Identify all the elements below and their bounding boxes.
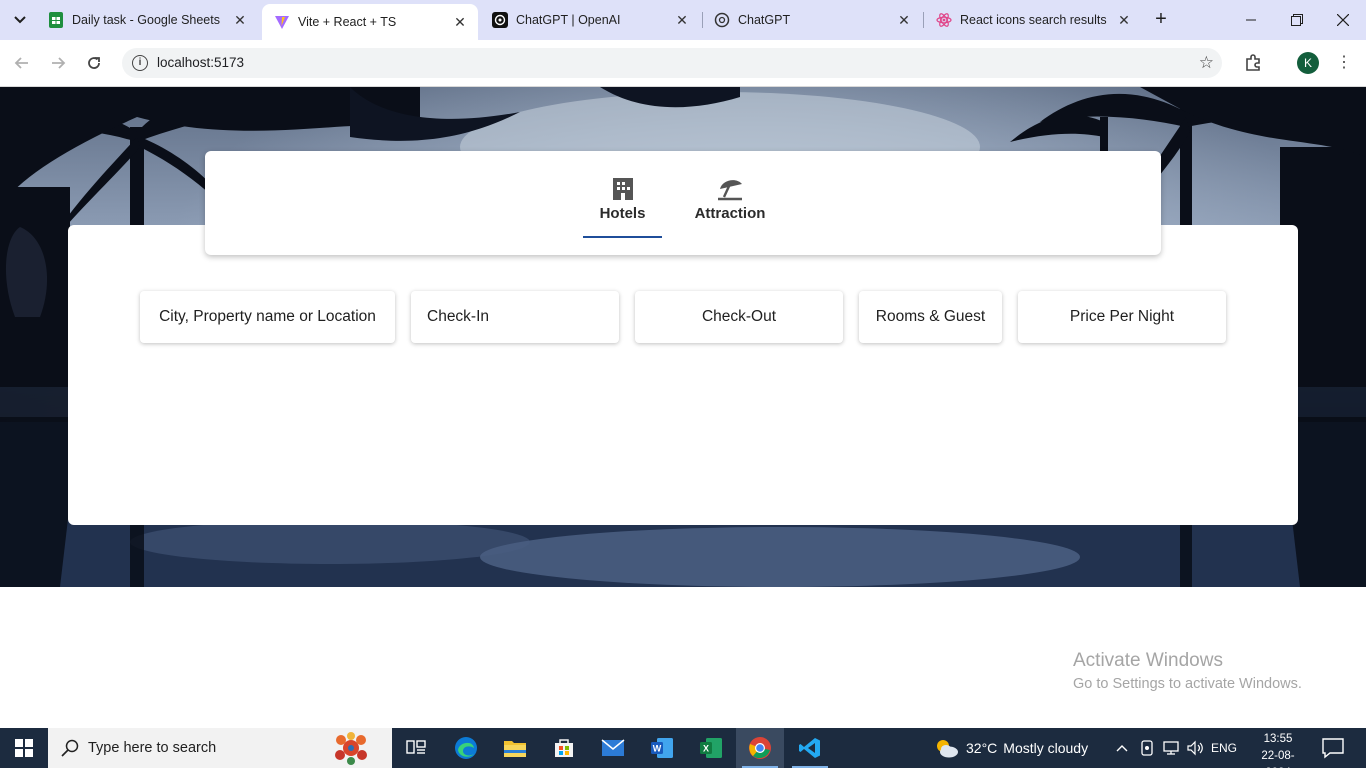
- close-tab-icon[interactable]: ✕: [232, 12, 248, 28]
- tab-label: Hotels: [599, 205, 646, 222]
- tab-title: ChatGPT | OpenAI: [516, 13, 621, 27]
- excel-icon[interactable]: X: [687, 728, 735, 768]
- windows-start-icon[interactable]: [0, 728, 48, 768]
- tab-title: ChatGPT: [738, 13, 791, 27]
- volume-icon[interactable]: [1184, 728, 1206, 768]
- vscode-icon[interactable]: [786, 728, 834, 768]
- close-window-icon[interactable]: [1320, 0, 1366, 40]
- openai-icon: [492, 12, 508, 28]
- page-viewport: City, Property name or Location Check-In…: [0, 87, 1366, 728]
- windows-taskbar: Type here to search W X 32°C Mostly clou…: [0, 728, 1366, 768]
- weather-widget[interactable]: 32°C Mostly cloudy: [934, 728, 1088, 768]
- site-info-icon[interactable]: i: [132, 55, 148, 71]
- watermark-subtitle: Go to Settings to activate Windows.: [1073, 676, 1302, 692]
- tab-title: React icons search results: [960, 13, 1107, 27]
- new-tab-plus-icon[interactable]: +: [1150, 9, 1172, 31]
- tab-label: Attraction: [694, 205, 766, 222]
- svg-text:X: X: [703, 744, 709, 754]
- extensions-puzzle-icon[interactable]: [1244, 52, 1264, 72]
- react-icon: [936, 12, 952, 28]
- show-hidden-icons-chevron-icon[interactable]: [1113, 728, 1131, 768]
- network-icon[interactable]: [1160, 728, 1182, 768]
- chatgpt-icon: [714, 12, 730, 28]
- more-menu-icon[interactable]: ⋮: [1336, 52, 1352, 74]
- forward-arrow-icon[interactable]: [46, 51, 70, 75]
- mode-tabs-card: Hotels Attraction: [205, 151, 1161, 255]
- browser-tab-google-sheets[interactable]: Daily task - Google Sheets ✕: [36, 0, 258, 40]
- tab-title: Vite + React + TS: [298, 15, 397, 29]
- watermark-title: Activate Windows: [1073, 650, 1223, 671]
- svg-text:W: W: [653, 744, 662, 754]
- restore-icon[interactable]: [1274, 0, 1320, 40]
- browser-tab-react-icons[interactable]: React icons search results ✕: [924, 0, 1142, 40]
- city-property-location-field[interactable]: City, Property name or Location: [140, 291, 395, 343]
- taskbar-search-box[interactable]: Type here to search: [48, 728, 392, 768]
- tab-title: Daily task - Google Sheets: [72, 13, 220, 27]
- close-tab-icon[interactable]: ✕: [896, 12, 912, 28]
- close-tab-icon[interactable]: ✕: [452, 14, 468, 30]
- microsoft-store-icon[interactable]: [540, 728, 588, 768]
- address-url[interactable]: localhost:5173: [157, 55, 244, 70]
- notification-center-icon[interactable]: [1320, 737, 1346, 759]
- beach-umbrella-icon: [718, 180, 742, 201]
- taskbar-search-placeholder: Type here to search: [88, 740, 217, 756]
- profile-avatar[interactable]: K: [1297, 52, 1319, 74]
- google-sheets-icon: [48, 12, 64, 28]
- tab-search-chevron-icon[interactable]: [8, 8, 32, 32]
- bookmark-star-icon[interactable]: ☆: [1199, 53, 1214, 73]
- partly-cloudy-icon: [937, 740, 958, 758]
- check-in-field[interactable]: Check-In: [411, 291, 619, 343]
- input-language[interactable]: ENG: [1208, 728, 1240, 768]
- active-tab-indicator: [583, 236, 662, 238]
- browser-tab-chatgpt-openai[interactable]: ChatGPT | OpenAI ✕: [480, 0, 700, 40]
- file-explorer-icon[interactable]: [491, 728, 539, 768]
- minimize-icon[interactable]: [1228, 0, 1274, 40]
- chrome-icon[interactable]: [736, 728, 784, 768]
- vite-icon: [274, 14, 290, 30]
- check-out-field[interactable]: Check-Out: [635, 291, 843, 343]
- activate-windows-watermark: Activate Windows Go to Settings to activ…: [1073, 650, 1302, 692]
- weather-temperature: 32°C: [966, 740, 998, 756]
- browser-tab-strip: Daily task - Google Sheets ✕ Vite + Reac…: [0, 0, 1366, 40]
- browser-tab-vite[interactable]: Vite + React + TS ✕: [262, 4, 478, 40]
- taskbar-clock[interactable]: 13:55 22-08-2024: [1250, 731, 1306, 768]
- task-view-icon[interactable]: [392, 728, 440, 768]
- search-panel: City, Property name or Location Check-In…: [68, 225, 1298, 525]
- tab-attraction[interactable]: Attraction: [689, 175, 771, 222]
- clock-time: 13:55: [1263, 733, 1293, 745]
- word-icon[interactable]: W: [638, 728, 686, 768]
- edge-icon[interactable]: [442, 728, 490, 768]
- browser-tab-chatgpt[interactable]: ChatGPT ✕: [702, 0, 922, 40]
- close-tab-icon[interactable]: ✕: [1116, 12, 1132, 28]
- price-per-night-field[interactable]: Price Per Night: [1018, 291, 1226, 343]
- tab-hotels[interactable]: Hotels: [583, 175, 662, 222]
- device-tray-icon[interactable]: [1136, 728, 1158, 768]
- close-tab-icon[interactable]: ✕: [674, 12, 690, 28]
- browser-toolbar: i localhost:5173 ☆ K ⋮: [0, 40, 1366, 87]
- building-icon: [612, 178, 633, 200]
- clock-date: 22-08-2024: [1261, 750, 1295, 768]
- weather-condition: Mostly cloudy: [1003, 740, 1089, 756]
- mail-icon[interactable]: [589, 728, 637, 768]
- back-arrow-icon[interactable]: [10, 51, 34, 75]
- rooms-guest-field[interactable]: Rooms & Guest: [859, 291, 1002, 343]
- search-icon: [61, 739, 79, 757]
- address-bar[interactable]: i localhost:5173 ☆: [122, 48, 1222, 78]
- reload-icon[interactable]: [82, 51, 106, 75]
- search-highlight-flower-icon: [335, 732, 367, 765]
